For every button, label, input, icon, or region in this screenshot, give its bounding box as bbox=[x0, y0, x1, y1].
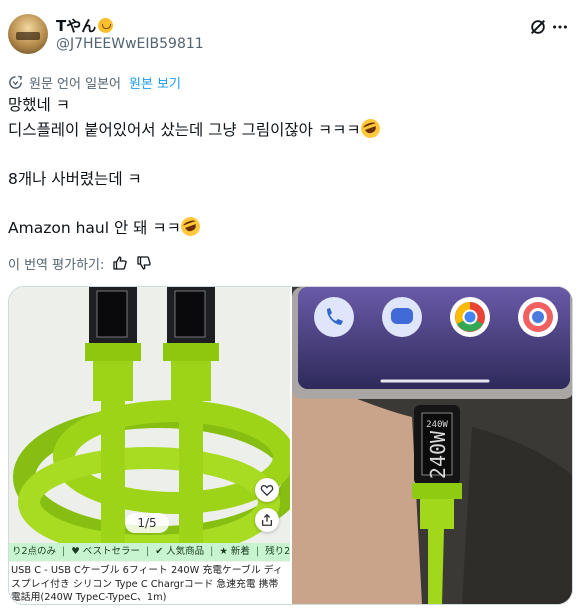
show-original-link[interactable]: 원본 보기 bbox=[129, 73, 181, 92]
media-image-right[interactable]: 240W 240W bbox=[292, 287, 572, 604]
avatar[interactable] bbox=[8, 14, 48, 54]
tweet-header: Tやん @J7HEEWwEIB59811 bbox=[8, 12, 569, 60]
thumbs-up-icon[interactable] bbox=[112, 255, 128, 271]
tag-separator: | bbox=[210, 546, 214, 557]
product-tag-strip: り2点のみ | ♥ ベストセラー | ✔ 人気商品 | ★ 新着 | 残り2点 bbox=[9, 543, 290, 561]
tweet-line: 디스플레이 붙어있어서 샀는데 그냥 그림이잖아 ㅋㅋㅋ bbox=[8, 116, 563, 143]
emoji-badge-icon bbox=[98, 18, 114, 33]
share-icon[interactable] bbox=[255, 508, 279, 532]
tweet-line: 망했네 ㅋ bbox=[8, 96, 70, 114]
grok-icon[interactable] bbox=[529, 18, 547, 36]
product-title: USB C - USB Cケーブル 6フィート 240W 充電ケーブル ディスプ… bbox=[9, 562, 290, 604]
image-counter: 1/5 bbox=[125, 513, 169, 533]
more-icon[interactable] bbox=[551, 18, 569, 36]
tag-separator: | bbox=[62, 546, 66, 557]
laugh-emoji bbox=[357, 116, 383, 141]
cable-display-text: 240W bbox=[426, 420, 448, 430]
media-image-left[interactable]: 1/5 り2点のみ | ♥ ベストセラー | ✔ 人気商品 | ★ 新着 | 残り2点 USB … bbox=[9, 287, 290, 604]
thumbs-down-icon[interactable] bbox=[136, 255, 152, 271]
tag-item: ★ 新着 bbox=[219, 546, 250, 557]
usb-cable-product-image bbox=[9, 287, 290, 545]
tweet-line: Amazon haul 안 돼 ㅋㅋ bbox=[8, 214, 563, 241]
cable-display-text: 240W bbox=[426, 430, 450, 479]
rate-translation: 이 번역 평가하기: bbox=[8, 253, 152, 273]
tag-separator: | bbox=[255, 546, 260, 557]
heart-icon[interactable] bbox=[255, 478, 279, 502]
rate-label: 이 번역 평가하기: bbox=[8, 257, 105, 273]
media-attachments: 1/5 り2点のみ | ♥ ベストセラー | ✔ 人気商品 | ★ 新着 | 残り2点 USB … bbox=[8, 286, 573, 605]
translation-notice: 원문 언어 일본어 원본 보기 bbox=[8, 73, 181, 92]
tag-item: り2点のみ bbox=[12, 546, 57, 557]
tweet-line: 8개나 사버렸는데 ㅋ bbox=[8, 170, 142, 188]
display-name[interactable]: Tやん bbox=[56, 15, 114, 36]
translation-label: 원문 언어 일본어 bbox=[29, 76, 121, 92]
tweet-text: 망했네 ㅋ 디스플레이 붙어있어서 샀는데 그냥 그림이잖아 ㅋㅋㅋ 8개나 사… bbox=[8, 93, 563, 241]
tag-item: ✔ 人気商品 bbox=[155, 546, 205, 557]
tag-item: ♥ ベストセラー bbox=[71, 546, 140, 557]
user-handle[interactable]: @J7HEEWwEIB59811 bbox=[56, 36, 204, 52]
phone-cable-photo: 240W 240W bbox=[292, 287, 572, 604]
translate-icon bbox=[9, 75, 22, 89]
tag-item: 残り2点 bbox=[265, 546, 290, 557]
tag-separator: | bbox=[145, 546, 150, 557]
laugh-emoji bbox=[178, 214, 203, 239]
